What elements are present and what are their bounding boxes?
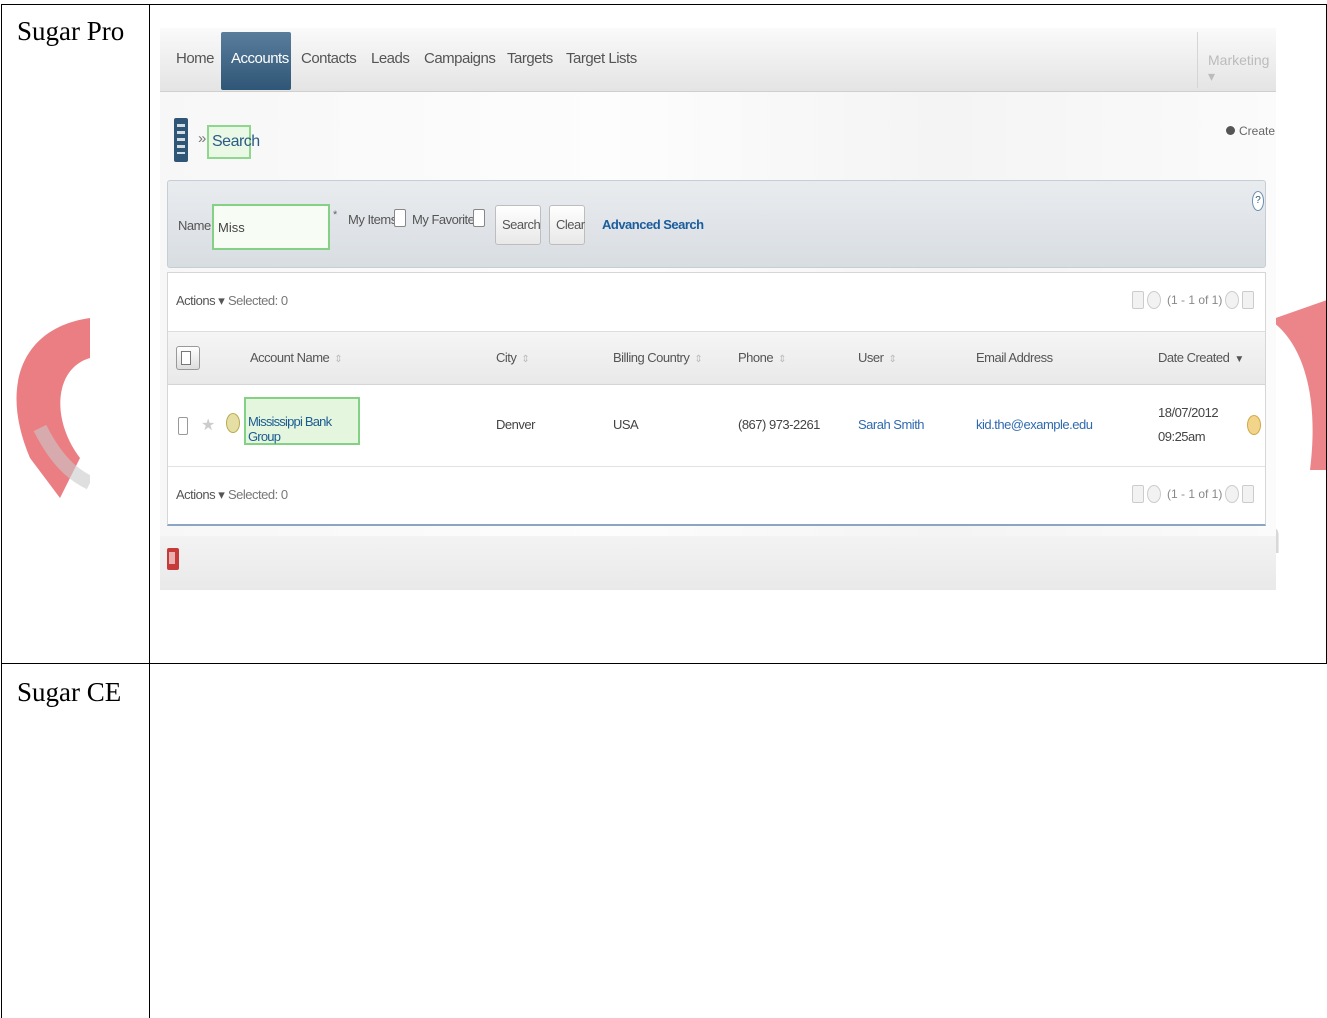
info-icon[interactable] (1247, 415, 1261, 435)
nav-campaigns[interactable]: Campaigns (424, 50, 496, 67)
prev-page-icon[interactable] (1147, 291, 1161, 309)
next-page-icon[interactable] (1225, 485, 1240, 503)
last-page-icon[interactable] (1242, 485, 1255, 503)
col-city[interactable]: City ⇕ (496, 350, 530, 365)
col-phone[interactable]: Phone ⇕ (738, 350, 786, 365)
nav-marketing-menu[interactable]: Marketing ▾ (1208, 52, 1276, 85)
top-navigation: Home Accounts Contacts Leads Campaigns T… (160, 28, 1276, 92)
pagination-top: (1 - 1 of 1) (1132, 291, 1257, 309)
my-items-checkbox[interactable] (394, 209, 406, 227)
table-border-left (1, 4, 2, 1018)
col-user[interactable]: User ⇕ (858, 350, 897, 365)
plus-icon (1226, 126, 1235, 135)
my-items-label: My Items (348, 212, 397, 227)
table-row-divider (1, 663, 1327, 664)
list-view-panel: Actions ▾ Selected: 0 (1 - 1 of 1) Accou… (167, 272, 1266, 526)
sort-desc-icon: ▼ (1234, 354, 1244, 365)
footer-logo-icon (167, 548, 179, 570)
sort-icon: ⇕ (521, 354, 530, 365)
col-email-address[interactable]: Email Address (976, 350, 1053, 365)
edit-pencil-icon[interactable] (226, 413, 240, 433)
nav-home[interactable]: Home (176, 50, 215, 67)
cell-date-created: 18/07/2012 (1158, 405, 1219, 420)
first-page-icon[interactable] (1132, 485, 1144, 503)
pagination-bottom: (1 - 1 of 1) (1132, 485, 1257, 503)
col-billing-country[interactable]: Billing Country ⇕ (613, 350, 703, 365)
nav-leads[interactable]: Leads (371, 50, 410, 67)
table-header: Account Name ⇕ City ⇕ Billing Country ⇕ Pho… (168, 331, 1265, 385)
cell-user-link[interactable]: Sarah Smith (858, 417, 925, 432)
first-page-icon[interactable] (1132, 291, 1144, 309)
sort-icon: ⇕ (778, 354, 786, 365)
col-account-name[interactable]: Account Name ⇕ (250, 350, 343, 365)
sort-icon: ⇕ (888, 354, 897, 365)
basic-search-panel: Name * My Items My Favorites Search Clea… (167, 180, 1266, 268)
cell-billing-country: USA (613, 417, 639, 432)
advanced-search-link[interactable]: Advanced Search (602, 217, 704, 232)
my-favorites-checkbox[interactable] (473, 209, 485, 227)
last-page-icon[interactable] (1242, 291, 1255, 309)
cell-phone: (867) 973-2261 (738, 417, 820, 432)
name-label: Name (178, 218, 211, 233)
row-label-sugar-pro: Sugar Pro (17, 16, 125, 46)
favorite-star-icon[interactable]: ★ (201, 415, 215, 435)
cell-email-link[interactable]: kid.the@example.edu (976, 417, 1093, 432)
sort-icon: ⇕ (334, 354, 343, 365)
row-checkbox[interactable] (178, 417, 188, 435)
prev-page-icon[interactable] (1147, 485, 1161, 503)
mass-select-checkbox[interactable] (176, 346, 200, 370)
page-title: Search (207, 125, 260, 159)
next-page-icon[interactable] (1225, 291, 1240, 309)
selected-count-top: Selected: 0 (228, 293, 288, 308)
account-name-link[interactable]: Mississippi Bank Group (244, 397, 360, 445)
search-button[interactable]: Search (495, 205, 541, 245)
accounts-module-icon (174, 118, 188, 162)
table-border-top (1, 4, 1327, 5)
table-row: ★ Mississippi Bank Group Denver USA (867… (168, 385, 1265, 467)
breadcrumb-separator: » (198, 130, 207, 147)
create-link[interactable]: Create (1226, 124, 1275, 138)
actions-menu-bottom[interactable]: Actions ▾ (176, 487, 225, 503)
footer-band (160, 536, 1276, 590)
nav-target-lists[interactable]: Target Lists (566, 50, 637, 67)
col-date-created[interactable]: Date Created ▼ (1158, 350, 1244, 365)
sort-icon: ⇕ (694, 354, 703, 365)
actions-menu-top[interactable]: Actions ▾ (176, 293, 225, 309)
required-mark: * (333, 209, 338, 221)
row-label-sugar-ce: Sugar CE (17, 677, 122, 707)
my-favorites-label: My Favorites (412, 212, 481, 227)
sugar-app-screenshot: Home Accounts Contacts Leads Campaigns T… (160, 28, 1276, 590)
clear-button[interactable]: Clear (549, 205, 585, 245)
selected-count-bottom: Selected: 0 (228, 487, 288, 502)
name-search-input[interactable] (212, 204, 330, 250)
cell-time-created: 09:25am (1158, 429, 1206, 444)
nav-accounts-active[interactable]: Accounts (221, 32, 291, 90)
nav-targets[interactable]: Targets (507, 50, 553, 67)
nav-contacts[interactable]: Contacts (301, 50, 357, 67)
cell-city: Denver (496, 417, 535, 432)
help-icon[interactable]: ? (1252, 191, 1264, 211)
nav-accounts-label: Accounts (231, 50, 289, 67)
table-column-divider (149, 4, 150, 1018)
